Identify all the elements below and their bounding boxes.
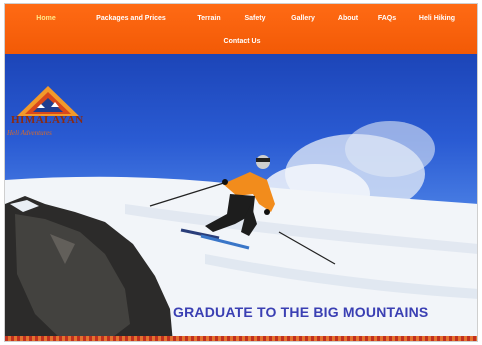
nav-link-terrain[interactable]: Terrain (186, 12, 232, 26)
nav-link-safety[interactable]: Safety (232, 12, 278, 26)
top-navigation: Home Packages and Prices Terrain Safety … (5, 4, 477, 54)
hero-tagline: GRADUATE TO THE BIG MOUNTAINS (173, 304, 429, 320)
nav-row-primary: Home Packages and Prices Terrain Safety … (5, 12, 477, 26)
nav-link-about[interactable]: About (328, 12, 368, 26)
hero-banner: HIMALAYAN Heli Adventures GRADUATE TO TH… (5, 54, 477, 341)
decorative-border (5, 336, 477, 341)
logo-subtitle: Heli Adventures (7, 129, 52, 137)
nav-link-gallery[interactable]: Gallery (278, 12, 328, 26)
nav-link-heli-hiking[interactable]: Heli Hiking (406, 12, 468, 26)
nav-link-contact[interactable]: Contact Us (5, 35, 477, 49)
page-frame: Home Packages and Prices Terrain Safety … (4, 3, 478, 342)
nav-link-faqs[interactable]: FAQs (368, 12, 406, 26)
nav-link-home[interactable]: Home (16, 12, 76, 26)
nav-link-packages[interactable]: Packages and Prices (76, 12, 186, 26)
logo-name: HIMALAYAN (11, 114, 84, 126)
